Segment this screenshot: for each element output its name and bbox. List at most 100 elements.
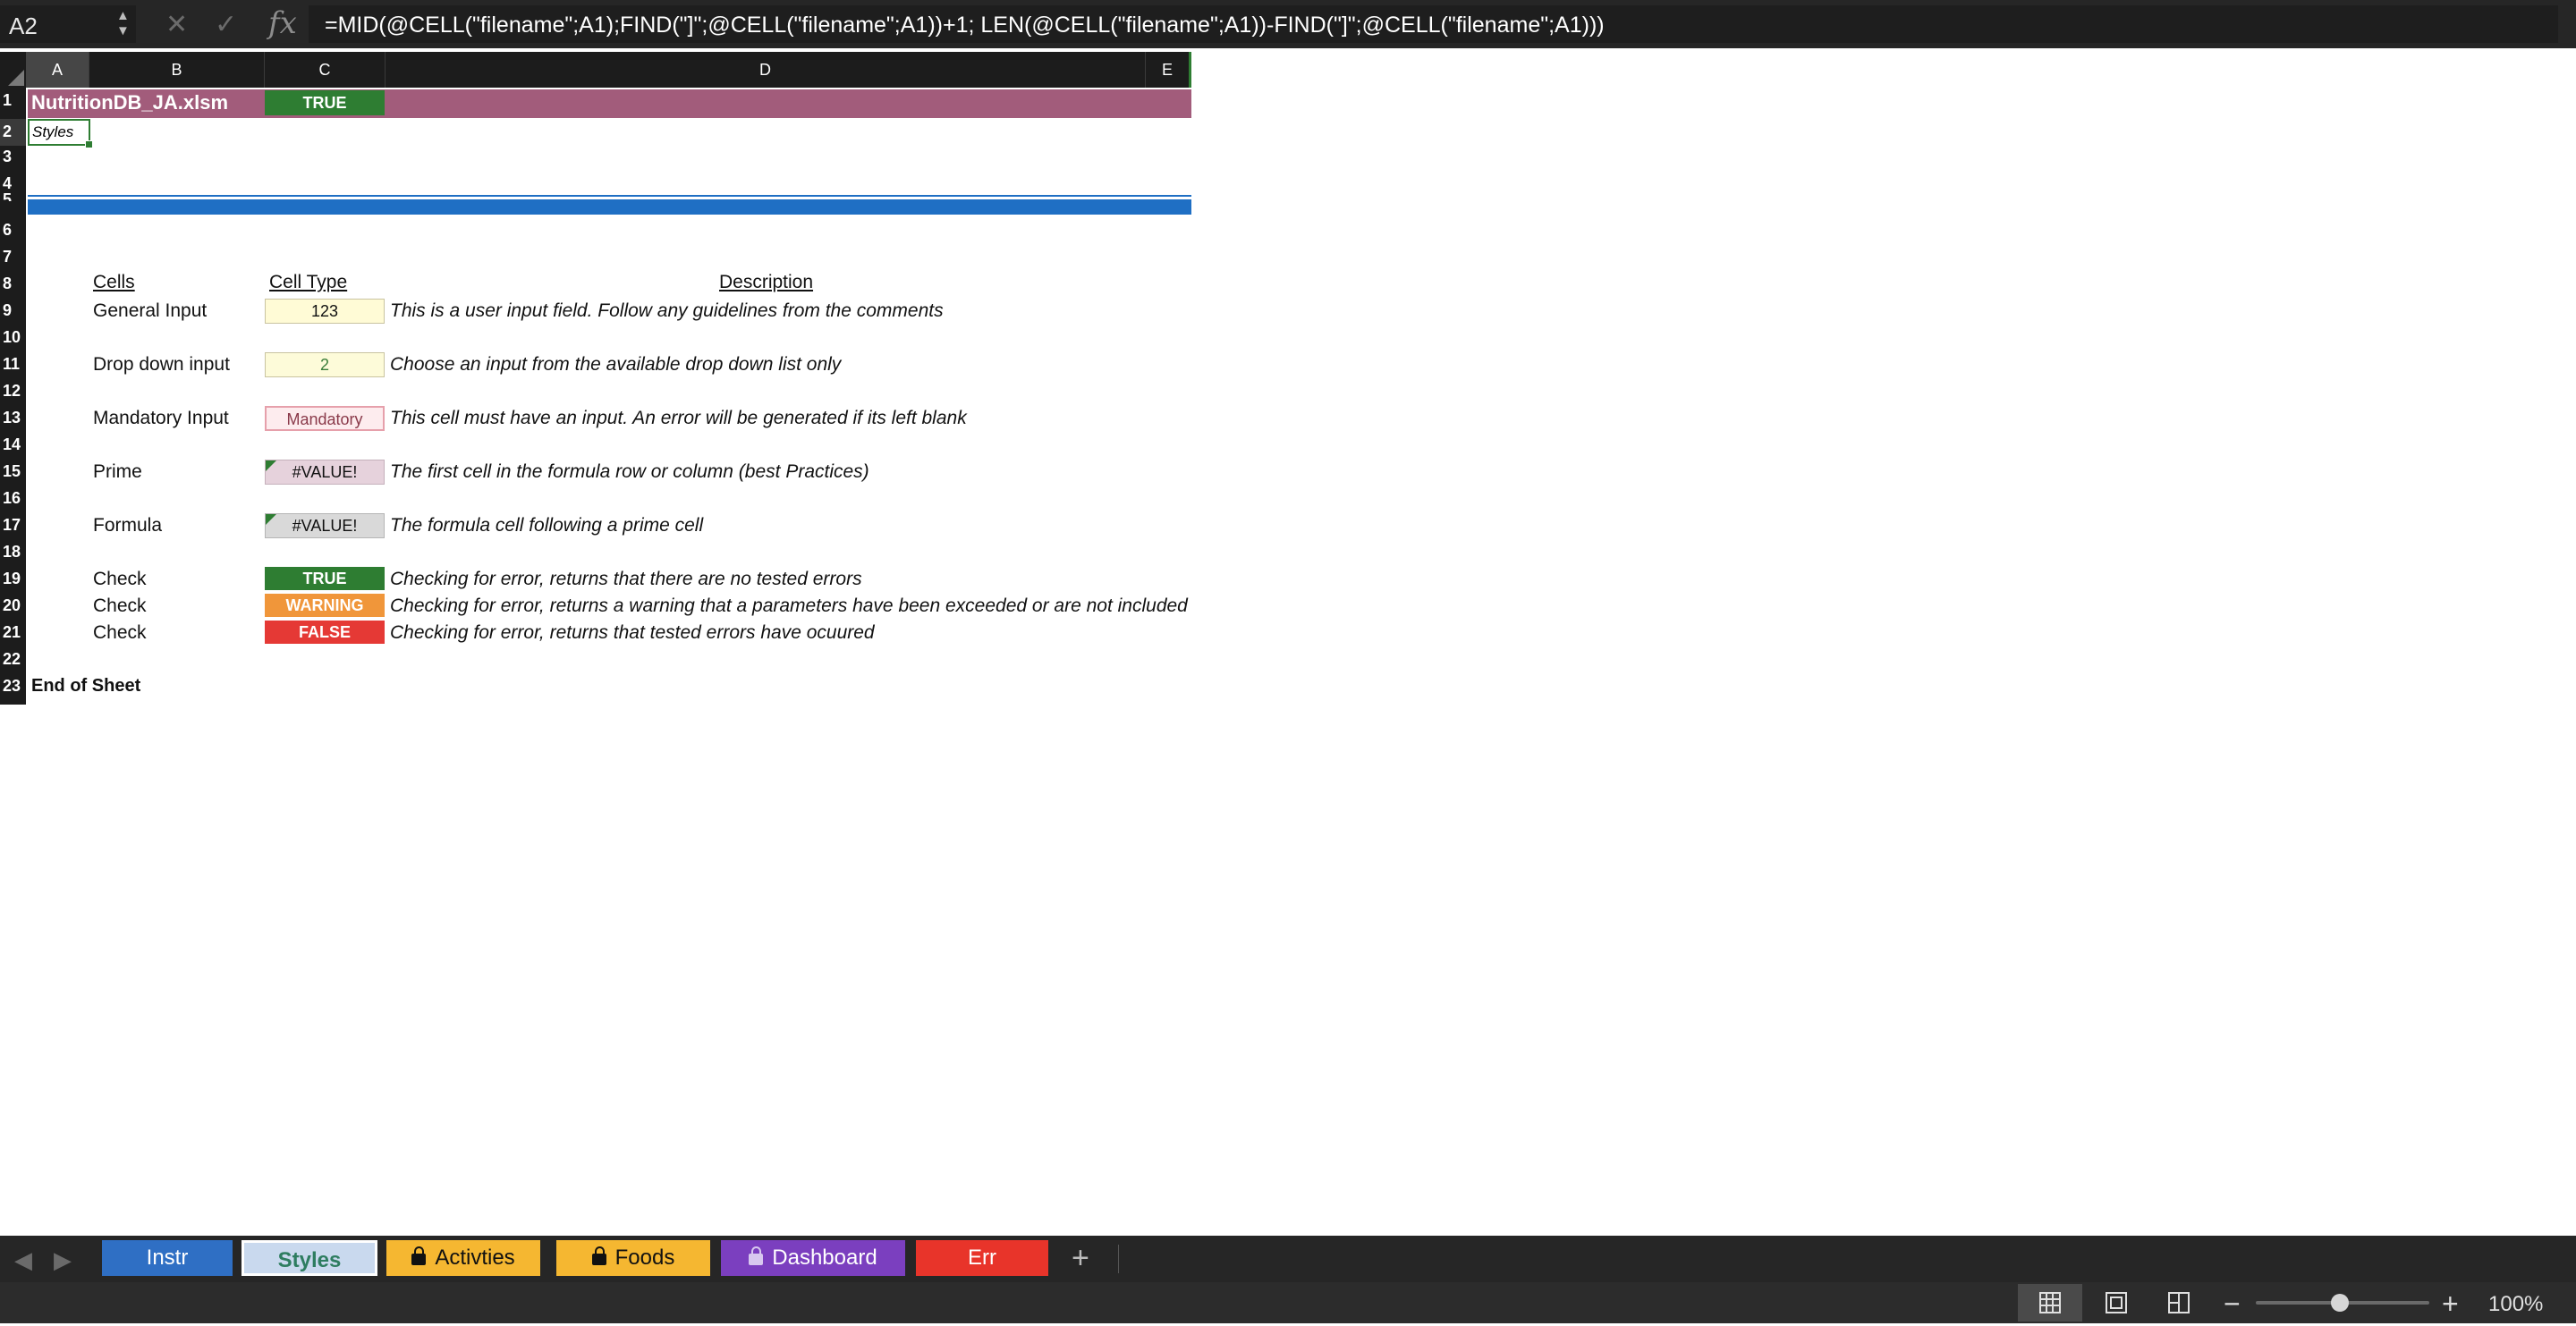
row-header[interactable]: 20 (0, 596, 26, 615)
row-label: Check (93, 595, 147, 616)
lock-icon (411, 1246, 427, 1265)
row-header[interactable]: 22 (0, 650, 26, 669)
tab-dashboard[interactable]: Dashboard (721, 1240, 905, 1276)
formula-cell[interactable]: #VALUE! (265, 513, 385, 538)
select-all-corner[interactable] (0, 52, 26, 88)
row-description: Checking for error, returns that tested … (390, 622, 875, 643)
tab-label: Dashboard (772, 1246, 877, 1270)
error-indicator-icon (266, 514, 276, 525)
tab-label: Foods (614, 1246, 675, 1270)
function-icon[interactable]: fx (268, 5, 297, 41)
tab-label: Err (968, 1246, 996, 1270)
tab-instr[interactable]: Instr (102, 1240, 233, 1276)
row-description: Checking for error, returns that there a… (390, 569, 862, 589)
row-header[interactable]: 19 (0, 570, 26, 588)
column-header-e[interactable]: E (1146, 52, 1191, 88)
row-header[interactable]: 16 (0, 489, 26, 508)
filename-cell[interactable]: NutritionDB_JA.xlsm (31, 91, 228, 114)
tab-label: Styles (277, 1248, 342, 1272)
tab-label: Instr (146, 1246, 189, 1270)
row-header[interactable]: 17 (0, 516, 26, 535)
row-header[interactable]: 6 (0, 221, 26, 240)
zoom-level[interactable]: 100% (2488, 1292, 2543, 1317)
selected-cell-a2[interactable]: Styles (28, 119, 93, 148)
tab-label: Activties (435, 1246, 515, 1270)
row-label: Prime (93, 461, 142, 482)
prime-cell-value: #VALUE! (292, 463, 358, 481)
column-header-b[interactable]: B (89, 52, 265, 88)
row-description: This is a user input field. Follow any g… (390, 300, 944, 321)
column-header-d[interactable]: D (386, 52, 1146, 88)
grid-view-icon (2039, 1292, 2061, 1313)
name-box[interactable]: A2 ▲ ▼ (0, 5, 136, 43)
zoom-slider-thumb[interactable] (2331, 1294, 2349, 1312)
zoom-in-icon[interactable]: + (2442, 1288, 2459, 1321)
row-header[interactable]: 21 (0, 623, 26, 642)
tab-err[interactable]: Err (916, 1240, 1048, 1276)
row-label: Formula (93, 515, 163, 536)
row-header[interactable]: 9 (0, 301, 26, 320)
check-warning-cell[interactable]: WARNING (265, 594, 385, 617)
name-box-stepper-icon[interactable]: ▲ ▼ (116, 8, 130, 38)
section-divider (28, 195, 1191, 215)
row-header[interactable]: 11 (0, 355, 26, 374)
check-true-cell[interactable]: TRUE (265, 567, 385, 590)
lock-icon (591, 1246, 606, 1265)
row-header[interactable]: 1 (0, 91, 26, 110)
column-header-c[interactable]: C (265, 52, 386, 88)
error-indicator-icon (266, 460, 276, 471)
row-label: General Input (93, 300, 208, 321)
tab-divider (1118, 1245, 1119, 1273)
row-description: Checking for error, returns a warning th… (390, 595, 1188, 616)
row-header[interactable]: 10 (0, 328, 26, 347)
previous-sheet-icon[interactable]: ◀ (14, 1246, 32, 1274)
row-description: This cell must have an input. An error w… (390, 408, 967, 428)
row-description: The formula cell following a prime cell (390, 515, 704, 536)
end-of-sheet-label: End of Sheet (31, 676, 141, 696)
row-label: Drop down input (93, 354, 230, 375)
row-header[interactable]: 15 (0, 462, 26, 481)
row-header[interactable]: 8 (0, 274, 26, 293)
confirm-icon[interactable]: ✓ (215, 9, 237, 40)
tab-foods[interactable]: Foods (556, 1240, 710, 1276)
tab-styles[interactable]: Styles (242, 1240, 377, 1276)
general-input-cell[interactable]: 123 (265, 299, 385, 324)
row-header[interactable]: 2 (0, 119, 26, 146)
row-header[interactable]: 18 (0, 543, 26, 562)
row-header[interactable]: 23 (0, 677, 26, 696)
page-layout-view-button[interactable] (2084, 1284, 2148, 1322)
row-header[interactable]: 12 (0, 382, 26, 401)
tab-activties[interactable]: Activties (386, 1240, 540, 1276)
row-header[interactable]: 3 (0, 148, 26, 166)
lock-icon (749, 1246, 764, 1265)
check-false-cell[interactable]: FALSE (265, 621, 385, 644)
row-label: Check (93, 622, 147, 643)
add-sheet-icon[interactable]: + (1072, 1241, 1089, 1276)
dropdown-input-cell[interactable]: 2 (265, 352, 385, 377)
name-box-value: A2 (9, 13, 38, 39)
header-cells: Cells (93, 272, 135, 292)
normal-view-button[interactable] (2018, 1284, 2082, 1322)
row-description: Choose an input from the available drop … (390, 354, 842, 375)
formula-input[interactable]: =MID(@CELL("filename";A1);FIND("]";@CELL… (309, 5, 2558, 43)
page-layout-icon (2106, 1292, 2127, 1313)
header-description: Description (719, 272, 814, 292)
mandatory-input-cell[interactable]: Mandatory (265, 406, 385, 431)
cancel-icon[interactable]: ✕ (165, 9, 188, 40)
zoom-out-icon[interactable]: − (2224, 1288, 2241, 1321)
row-header[interactable]: 7 (0, 248, 26, 266)
row-header[interactable]: 14 (0, 435, 26, 454)
next-sheet-icon[interactable]: ▶ (54, 1246, 72, 1274)
row-header[interactable]: 13 (0, 409, 26, 427)
formula-cell-value: #VALUE! (292, 517, 358, 535)
page-break-icon (2168, 1292, 2190, 1313)
row-description: The first cell in the formula row or col… (390, 461, 869, 482)
column-header-a[interactable]: A (26, 52, 89, 88)
prime-cell[interactable]: #VALUE! (265, 460, 385, 485)
header-check-cell[interactable]: TRUE (265, 90, 385, 115)
page-break-view-button[interactable] (2147, 1284, 2211, 1322)
header-cell-type: Cell Type (269, 272, 348, 292)
row-label: Check (93, 569, 147, 589)
row-header[interactable]: 5 (0, 190, 26, 201)
formula-text: =MID(@CELL("filename";A1);FIND("]";@CELL… (325, 13, 1605, 38)
